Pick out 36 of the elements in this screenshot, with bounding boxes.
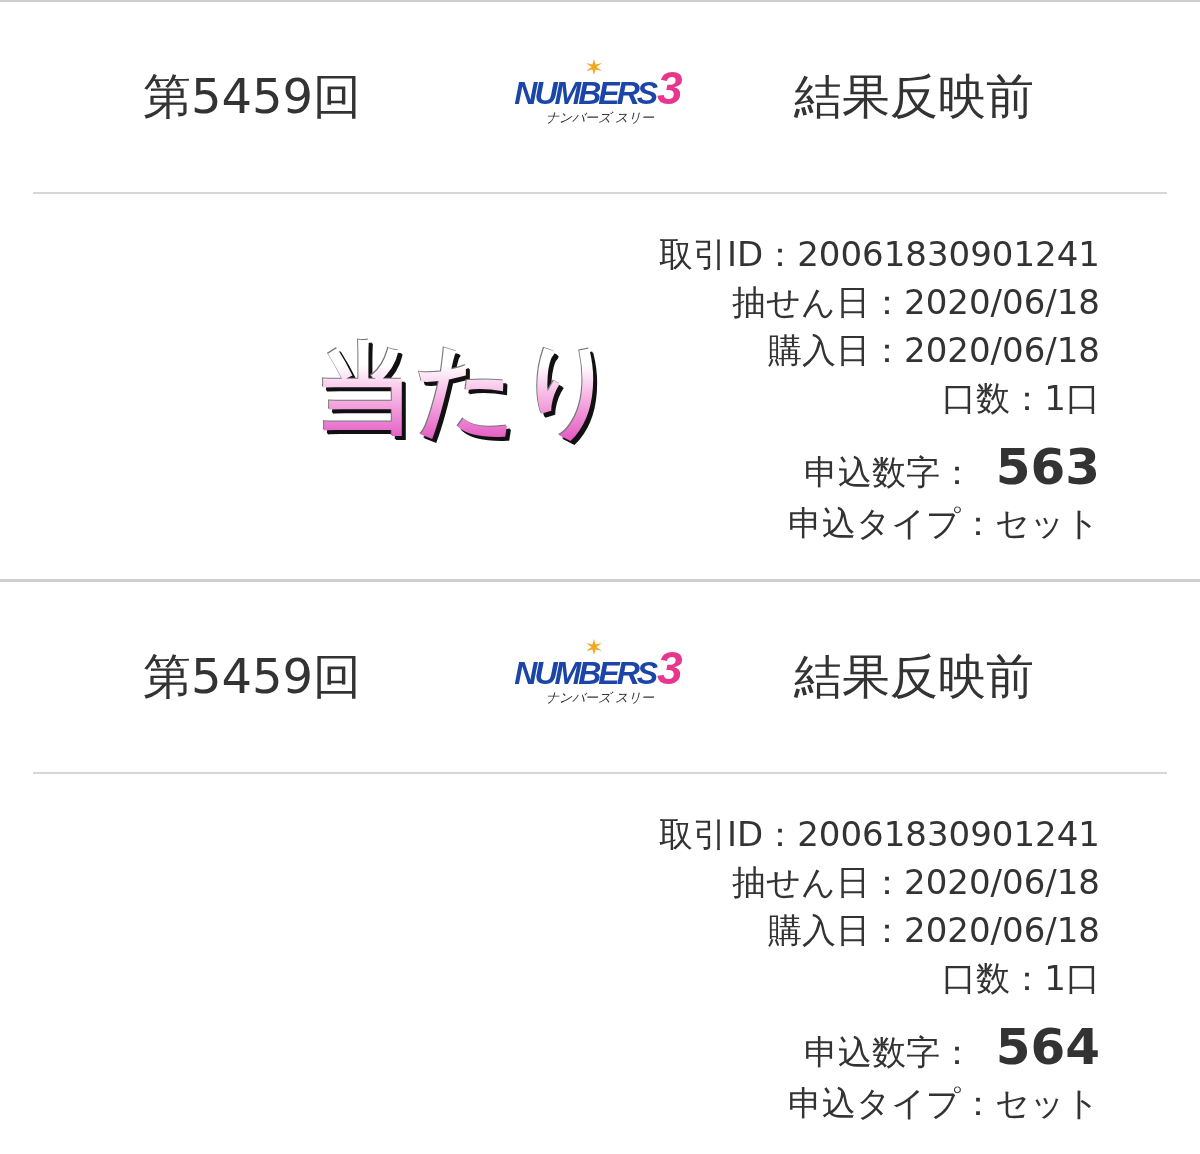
detail-value: 2020/06/18 — [904, 909, 1100, 952]
draw-number: 第5459回 — [142, 648, 362, 706]
detail-value: 2020/06/18 — [904, 329, 1100, 372]
detail-label: 口数： — [942, 957, 1045, 1000]
result-status: 結果反映前 — [794, 648, 1034, 706]
detail-label: 申込タイプ： — [788, 502, 995, 545]
detail-label: 取引ID： — [658, 813, 798, 856]
detail-label: 申込数字： — [803, 1031, 974, 1074]
detail-label: 申込数字： — [803, 451, 974, 494]
detail-label: 申込タイプ： — [788, 1082, 995, 1125]
logo-wordmark: NUMBERS — [514, 77, 656, 110]
detail-value: 20061830901241 — [797, 813, 1100, 856]
detail-value: 2020/06/18 — [904, 281, 1100, 324]
detail-label: 購入日： — [768, 909, 905, 952]
detail-label: 取引ID： — [658, 233, 798, 276]
detail-value: 564 — [995, 1019, 1100, 1075]
logo-digit: 3 — [657, 648, 684, 690]
detail-label: 抽せん日： — [732, 281, 905, 324]
detail-value: 563 — [995, 439, 1100, 495]
result-status: 結果反映前 — [794, 68, 1034, 126]
detail-label: 口数： — [942, 377, 1045, 420]
detail-value: 20061830901241 — [797, 233, 1100, 276]
logo-reading: ナンバーズ スリー — [545, 110, 655, 126]
logo-digit: 3 — [657, 68, 684, 110]
detail-value: 1口 — [1044, 377, 1100, 420]
detail-value: セット — [995, 1082, 1100, 1125]
detail-value: 2020/06/18 — [904, 861, 1100, 904]
detail-label: 購入日： — [768, 329, 905, 372]
sparkle-icon — [586, 639, 603, 655]
logo-reading: ナンバーズ スリー — [545, 690, 655, 706]
detail-label: 抽せん日： — [732, 861, 905, 904]
sparkle-icon — [586, 59, 603, 75]
draw-number: 第5459回 — [142, 68, 362, 126]
detail-value: セット — [995, 502, 1100, 545]
logo-wordmark: NUMBERS — [514, 657, 656, 690]
detail-value: 1口 — [1044, 957, 1100, 1000]
